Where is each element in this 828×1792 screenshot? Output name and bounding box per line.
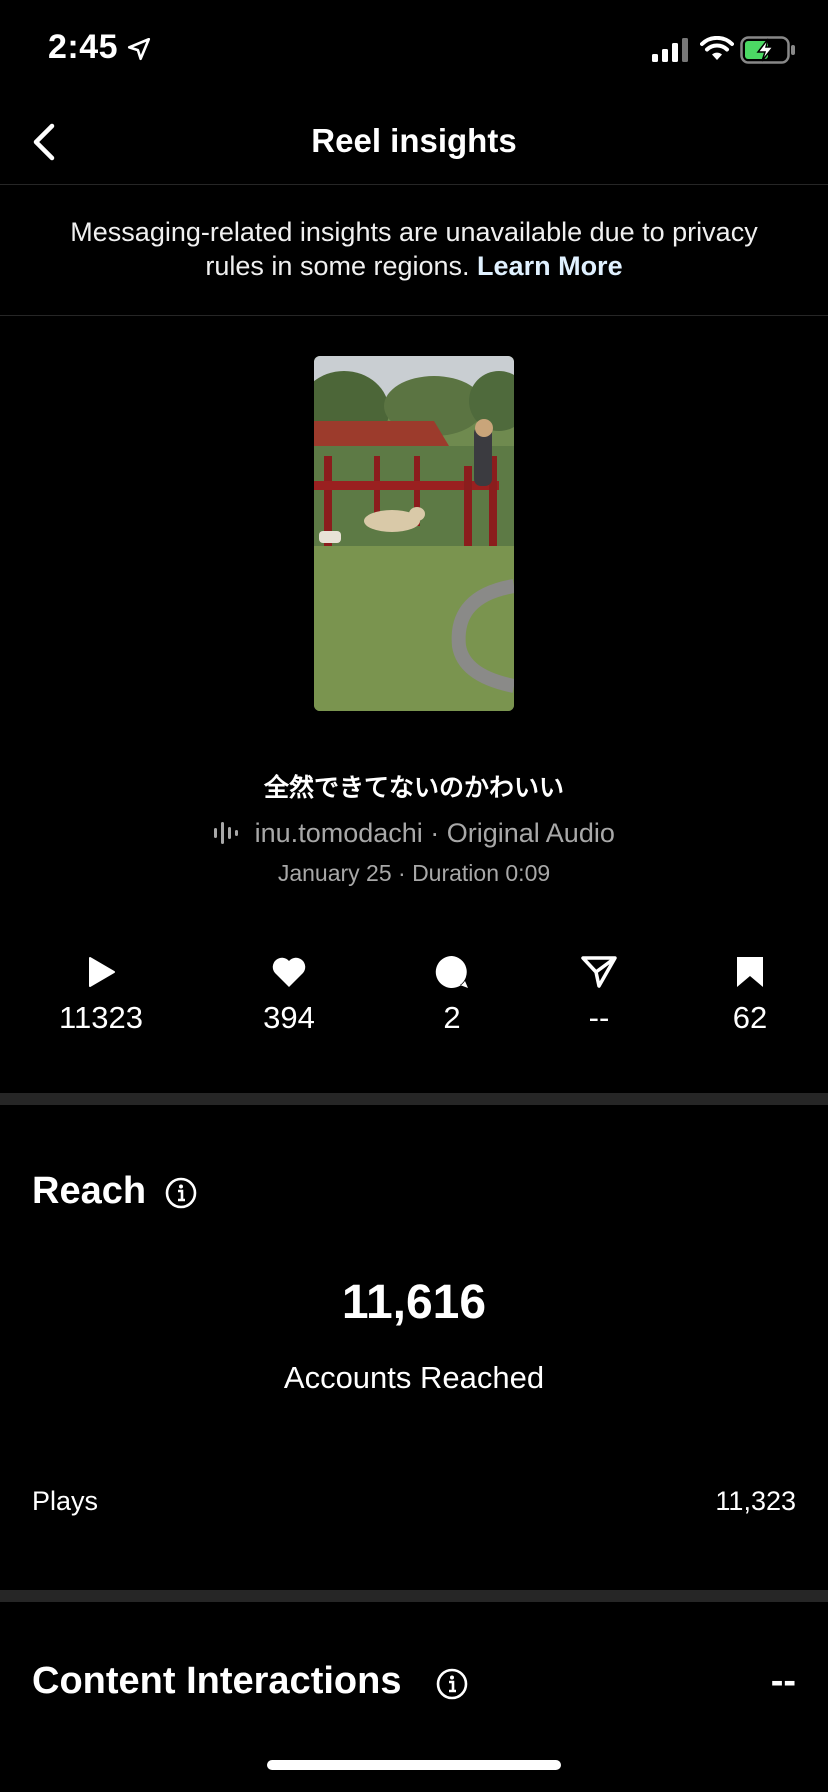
comments-metric: 2 <box>372 950 532 1036</box>
comments-count: 2 <box>443 1000 461 1035</box>
share-icon <box>581 956 617 988</box>
plays-label: Plays <box>32 1486 99 1516</box>
reel-caption: 全然できてないのかわいい <box>263 774 564 802</box>
audio-waveform-icon <box>214 822 239 844</box>
content-interactions-info-icon[interactable] <box>436 1668 468 1700</box>
reach-info-icon[interactable] <box>165 1177 197 1209</box>
shares-metric: -- <box>519 950 679 1036</box>
plays-metric: 11323 <box>21 950 181 1036</box>
section-divider <box>0 1590 828 1602</box>
notice-message: Messaging-related insights are unavailab… <box>70 217 758 281</box>
page-title: Reel insights <box>311 122 517 159</box>
saves-metric: 62 <box>670 950 828 1036</box>
home-indicator[interactable] <box>267 1760 561 1770</box>
location-arrow-icon <box>127 37 151 61</box>
reel-insights-screen: 2:45 Reel insights Messaging-related ins… <box>0 0 828 1792</box>
notice-text: Messaging-related insights are unavailab… <box>60 215 768 283</box>
audio-info[interactable]: inu.tomodachi · Original Audio <box>0 818 828 849</box>
accounts-reached-value: 11,616 <box>341 1276 487 1329</box>
heart-icon <box>272 957 306 987</box>
shares-count: -- <box>588 1000 610 1035</box>
likes-metric: 394 <box>209 950 369 1036</box>
cellular-signal-icon <box>652 38 688 62</box>
reel-preview-image <box>314 356 514 711</box>
saves-count: 62 <box>732 1000 768 1035</box>
battery-charging-icon <box>740 36 795 64</box>
status-bar: 2:45 <box>0 0 828 100</box>
content-interactions-heading: Content Interactions <box>32 1660 402 1702</box>
reel-thumbnail[interactable] <box>314 356 514 711</box>
comment-icon <box>435 955 468 988</box>
learn-more-link[interactable]: Learn More <box>477 251 623 281</box>
reach-heading: Reach <box>32 1170 147 1212</box>
play-icon <box>89 957 115 987</box>
audio-label: inu.tomodachi · Original Audio <box>254 818 615 848</box>
section-divider <box>0 1093 828 1105</box>
likes-count: 394 <box>263 1000 315 1035</box>
bookmark-icon <box>737 957 763 987</box>
plays-value: 11,323 <box>715 1486 796 1516</box>
date-duration: January 25 · Duration 0:09 <box>277 860 551 886</box>
content-interactions-value: -- <box>770 1660 796 1702</box>
plays-count: 11323 <box>59 1000 143 1035</box>
privacy-notice: Messaging-related insights are unavailab… <box>0 185 828 316</box>
navigation-bar: Reel insights <box>0 100 828 185</box>
wifi-icon <box>700 36 734 60</box>
accounts-reached-label: Accounts Reached <box>283 1360 545 1395</box>
status-time: 2:45 <box>48 28 119 66</box>
